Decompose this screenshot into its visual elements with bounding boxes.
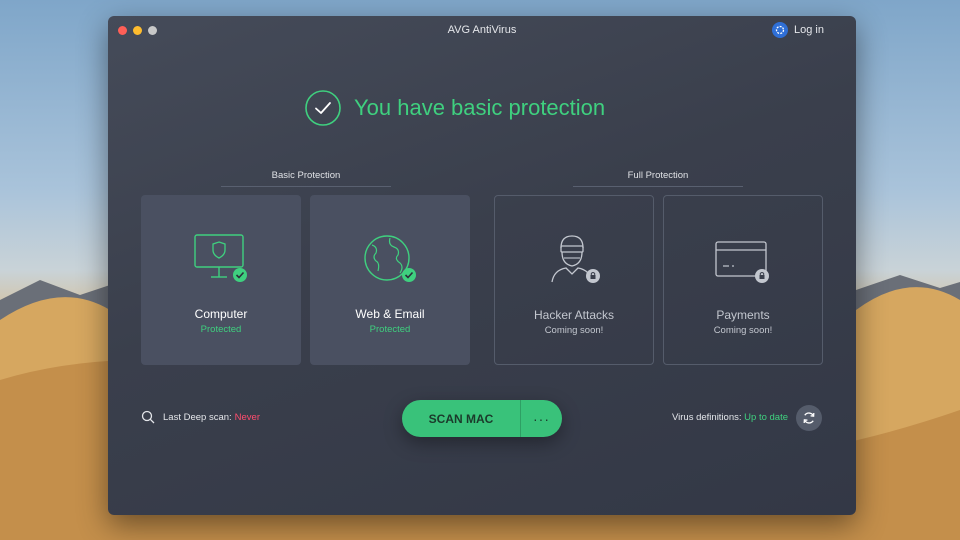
- hacker-attacks-card[interactable]: Hacker Attacks Coming soon!: [494, 195, 654, 365]
- refresh-icon: [803, 412, 815, 424]
- status-title: You have basic protection: [354, 95, 606, 120]
- scan-button-group: SCAN MAC ···: [402, 400, 562, 437]
- web-email-card[interactable]: Web & Email Protected: [310, 195, 470, 365]
- login-label: Log in: [794, 24, 824, 36]
- update-definitions-button[interactable]: [796, 405, 822, 431]
- payments-card[interactable]: Payments Coming soon!: [663, 195, 823, 365]
- last-scan-value: Never: [234, 411, 260, 423]
- login-button[interactable]: Log in: [772, 22, 824, 38]
- hacker-icon: [551, 235, 600, 283]
- credit-card-icon: [715, 241, 769, 283]
- globe-icon: [364, 235, 416, 282]
- web-email-status: Protected: [369, 324, 411, 335]
- last-deep-scan: Last Deep scan: Never: [141, 410, 260, 424]
- avg-account-icon: [772, 22, 789, 38]
- window-title: AVG AntiVirus: [447, 24, 517, 36]
- last-scan-label: Last Deep scan:: [163, 411, 232, 423]
- hacker-attacks-status: Coming soon!: [544, 325, 604, 336]
- basic-protection-label: Basic Protection: [271, 170, 341, 181]
- monitor-shield-icon: [194, 234, 247, 282]
- hacker-attacks-title: Hacker Attacks: [533, 308, 615, 322]
- virus-definitions-label: Virus definitions:: [671, 412, 742, 423]
- payments-title: Payments: [716, 308, 770, 322]
- search-icon[interactable]: [141, 410, 155, 424]
- computer-title: Computer: [194, 307, 248, 321]
- payments-status: Coming soon!: [713, 325, 773, 336]
- app-window: AVG AntiVirus Log in You have basic prot…: [108, 16, 856, 515]
- full-protection-label: Full Protection: [627, 170, 689, 181]
- computer-card[interactable]: Computer Protected: [141, 195, 301, 365]
- virus-definitions-status: Up to date: [744, 412, 788, 423]
- computer-status: Protected: [200, 324, 242, 335]
- check-circle-icon: [305, 90, 341, 126]
- virus-definitions: Virus definitions: Up to date: [672, 412, 788, 423]
- basic-protection-divider: [221, 186, 391, 187]
- protection-status: You have basic protection: [304, 89, 605, 127]
- scan-mac-button[interactable]: SCAN MAC: [402, 400, 521, 437]
- full-protection-divider: [573, 186, 743, 187]
- web-email-title: Web & Email: [355, 307, 425, 321]
- title-bar: AVG AntiVirus Log in: [108, 16, 856, 44]
- scan-options-button[interactable]: ···: [521, 400, 562, 437]
